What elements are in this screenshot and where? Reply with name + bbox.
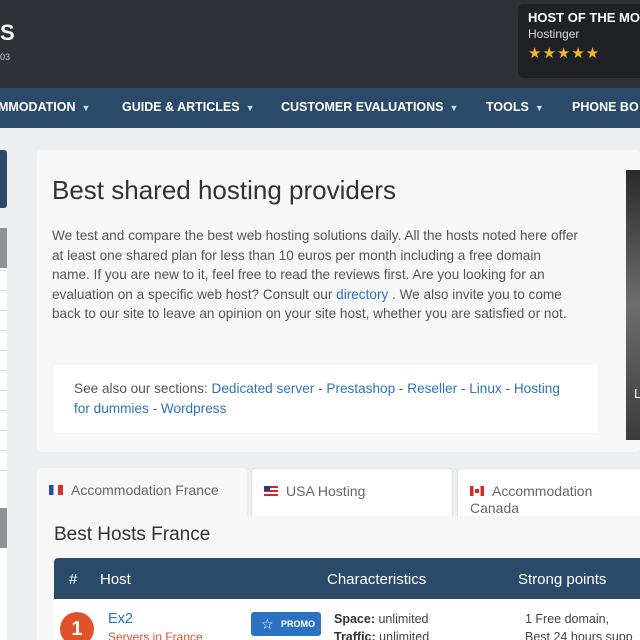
- chevron-down-icon: ▼: [81, 103, 91, 113]
- separator: -: [314, 381, 327, 396]
- host-of-month-title: HOST OF THE MO: [528, 10, 640, 25]
- canada-flag-icon: [470, 486, 484, 496]
- site-logo-subtitle: 03: [0, 52, 11, 62]
- link-wordpress[interactable]: Wordpress: [161, 401, 226, 416]
- star-icon: ☆: [261, 616, 274, 632]
- separator: -: [148, 400, 161, 416]
- column-header-characteristics: Characteristics: [327, 571, 427, 588]
- nav-item-label: TOOLS: [486, 100, 529, 114]
- intro-paragraph: We test and compare the best web hosting…: [52, 226, 582, 324]
- promo-badge[interactable]: ☆ PROMO: [251, 612, 321, 636]
- spec-label: Space:: [334, 612, 375, 626]
- spec-label: Traffic:: [334, 630, 376, 640]
- nav-item-label: MMODATION: [0, 100, 76, 114]
- link-linux[interactable]: Linux: [469, 381, 502, 396]
- spec-traffic: Traffic: unlimited: [334, 630, 429, 640]
- link-dedicated-server[interactable]: Dedicated server: [212, 381, 315, 396]
- separator: -: [457, 381, 470, 396]
- nav-item-accommodation[interactable]: MMODATION ▼: [0, 100, 90, 114]
- host-link[interactable]: Ex2: [108, 611, 133, 627]
- site-logo[interactable]: S: [0, 20, 15, 46]
- column-header-strong-points: Strong points: [518, 571, 607, 588]
- promo-image-caption: L: [634, 386, 640, 401]
- usa-flag-icon: [264, 486, 278, 496]
- strong-point: Best 24 hours supp: [525, 630, 633, 640]
- separator: -: [501, 381, 514, 396]
- page-title: Best shared hosting providers: [52, 175, 396, 205]
- rank-badge: 1: [60, 612, 94, 640]
- nav-item-label: CUSTOMER EVALUATIONS: [281, 100, 444, 114]
- chevron-down-icon: ▼: [534, 103, 544, 113]
- column-header-host: Host: [100, 571, 131, 588]
- nav-item-label: PHONE BO: [572, 100, 639, 114]
- site-header: S 03 HOST OF THE MO Hostinger ★★★★★: [0, 0, 640, 88]
- sidebar-dividers: [0, 270, 7, 490]
- host-subtitle: Servers in France: [108, 630, 203, 640]
- chevron-down-icon: ▼: [449, 103, 459, 113]
- see-also-box: See also our sections: Dedicated server …: [54, 365, 598, 433]
- link-reseller[interactable]: Reseller: [407, 381, 457, 396]
- sidebar-section-header: [0, 228, 7, 268]
- directory-link[interactable]: directory: [336, 287, 388, 302]
- strong-point: 1 Free domain,: [525, 612, 610, 626]
- link-prestashop[interactable]: Prestashop: [326, 381, 395, 396]
- table-header: # Host Characteristics Strong points: [54, 558, 640, 599]
- separator: -: [395, 381, 408, 396]
- spec-value: unlimited: [375, 612, 429, 626]
- promo-label: PROMO: [281, 619, 316, 629]
- sidebar-tab-active[interactable]: [0, 150, 7, 208]
- host-of-month-name[interactable]: Hostinger: [528, 27, 638, 41]
- list-title: Best Hosts France: [54, 524, 211, 545]
- see-also-label: See also our sections:: [74, 381, 212, 396]
- tab-label: Accommodation Canada: [470, 483, 593, 516]
- sidebar-section-header: [0, 508, 7, 548]
- france-flag-icon: [49, 485, 63, 495]
- main-navigation: MMODATION ▼ GUIDE & ARTICLES ▼ CUSTOMER EV…: [0, 88, 640, 128]
- nav-item-customer-evaluations[interactable]: CUSTOMER EVALUATIONS ▼: [281, 100, 458, 114]
- nav-item-phone-book[interactable]: PHONE BO: [572, 100, 639, 114]
- rating-stars-icon: ★★★★★: [528, 45, 601, 62]
- spec-space: Space: unlimited: [334, 612, 429, 626]
- spec-value: unlimited: [375, 630, 430, 640]
- tab-label: USA Hosting: [286, 483, 366, 499]
- nav-item-guide-articles[interactable]: GUIDE & ARTICLES ▼: [122, 100, 255, 114]
- nav-item-tools[interactable]: TOOLS ▼: [486, 100, 544, 114]
- tab-label: Accommodation France: [71, 482, 219, 498]
- column-header-rank: #: [69, 571, 78, 588]
- host-of-the-month-card[interactable]: HOST OF THE MO Hostinger ★★★★★: [518, 4, 640, 78]
- nav-item-label: GUIDE & ARTICLES: [122, 100, 240, 114]
- chevron-down-icon: ▼: [245, 103, 255, 113]
